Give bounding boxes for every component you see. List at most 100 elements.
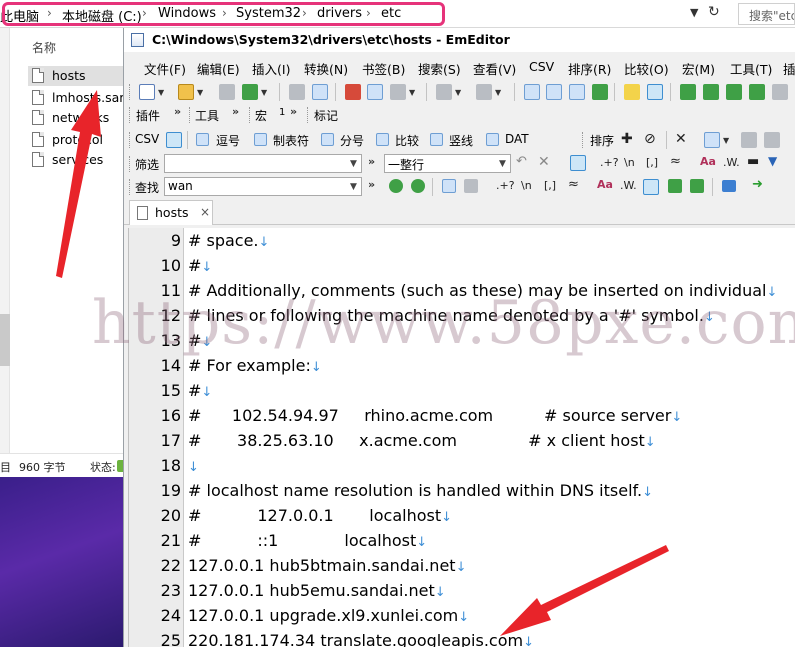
fuzzy-toggle[interactable]: ≈: [568, 177, 579, 192]
scrollbar-thumb[interactable]: [0, 314, 10, 366]
redo-icon[interactable]: [476, 84, 492, 100]
menu-insert[interactable]: 插入(I): [252, 59, 290, 78]
toolbar-gripper[interactable]: [129, 179, 132, 195]
toolbar-overflow-icon[interactable]: »: [290, 105, 297, 118]
find-all-icon[interactable]: [442, 179, 456, 193]
open-folder-icon[interactable]: [178, 84, 194, 100]
find-previous-icon[interactable]: [569, 84, 585, 100]
nav-pane-scrollbar[interactable]: [0, 28, 10, 453]
code-line[interactable]: 16 # 102.54.94.97 rhino.acme.com # source…: [129, 403, 795, 428]
search-input[interactable]: 搜索"etc": [738, 3, 795, 25]
code-line[interactable]: 23 127.0.0.1 hub5emu.sandai.net↓: [129, 578, 795, 603]
menu-file[interactable]: 文件(F): [144, 59, 186, 78]
plugins-toolbar-label[interactable]: 插件: [136, 107, 160, 124]
file-item-services[interactable]: services: [28, 150, 128, 170]
file-item-hosts[interactable]: hosts: [28, 66, 128, 86]
regex-toggle[interactable]: .+?: [600, 156, 619, 169]
csv-table-icon[interactable]: [166, 132, 182, 148]
find-input[interactable]: wan: [164, 177, 362, 196]
toolbar-overflow-icon[interactable]: »: [232, 105, 239, 118]
find-next-icon[interactable]: [546, 84, 562, 100]
text-editor-area[interactable]: 9 # space.↓ 10 #↓ 11 # Additionally, comments…: [128, 228, 795, 647]
chevron-down-icon[interactable]: ▼: [723, 136, 729, 145]
incremental-search-icon[interactable]: [643, 179, 659, 195]
menu-plugins[interactable]: 插: [783, 59, 795, 78]
replace-icon[interactable]: [592, 84, 608, 100]
whole-word-toggle[interactable]: .W.: [620, 179, 637, 192]
toolbar-overflow-icon[interactable]: »: [174, 105, 181, 118]
chevron-down-icon[interactable]: ▼: [409, 88, 415, 97]
menu-macro[interactable]: 宏(M): [682, 59, 715, 78]
find-in-files-icon[interactable]: [464, 179, 478, 193]
paste-icon[interactable]: [390, 84, 406, 100]
chevron-down-icon[interactable]: ▼: [261, 88, 267, 97]
menu-view[interactable]: 查看(V): [473, 59, 516, 78]
wrap-none-icon[interactable]: [680, 84, 696, 100]
macro-toolbar-label[interactable]: 宏: [255, 107, 267, 124]
code-line[interactable]: 19 # localhost name resolution is handled…: [129, 478, 795, 503]
code-line[interactable]: 11 # Additionally, comments (such as thes…: [129, 278, 795, 303]
macro-toolbar-extra[interactable]: 1: [279, 107, 285, 118]
brackets-toggle[interactable]: [,]: [544, 179, 556, 192]
line-text[interactable]: # 38.25.63.10 x.acme.com # x client host…: [188, 431, 656, 450]
print-icon[interactable]: [289, 84, 305, 100]
highlight-matches-icon[interactable]: [668, 179, 682, 193]
code-line[interactable]: 22 127.0.0.1 hub5btmain.sandai.net↓: [129, 553, 795, 578]
line-text[interactable]: # space.↓: [188, 231, 269, 250]
code-line[interactable]: 15 #↓: [129, 378, 795, 403]
regex-toggle[interactable]: .+?: [496, 179, 515, 192]
toolbar-gripper[interactable]: [189, 107, 192, 123]
line-text[interactable]: #↓: [188, 381, 212, 400]
line-text[interactable]: # Additionally, comments (such as these)…: [188, 281, 777, 300]
line-text[interactable]: 220.181.174.34 translate.googleapis.com↓: [188, 631, 534, 647]
file-item-protocol[interactable]: protocol: [28, 130, 128, 150]
filter-clear-icon[interactable]: ✕: [538, 154, 550, 170]
code-line[interactable]: 25 220.181.174.34 translate.googleapis.co…: [129, 628, 795, 647]
menu-sort[interactable]: 排序(R): [568, 59, 611, 78]
refresh-icon[interactable]: ↻: [708, 4, 720, 20]
code-line[interactable]: 14 # For example:↓: [129, 353, 795, 378]
csv-bar-button[interactable]: 竖线: [449, 132, 473, 149]
line-text[interactable]: # localhost name resolution is handled w…: [188, 481, 653, 500]
filter-mode-select[interactable]: 一整行: [384, 154, 511, 173]
bookmark-line-icon[interactable]: ▬: [747, 154, 759, 169]
code-line[interactable]: 12 # lines or following the machine name …: [129, 303, 795, 328]
filter-input[interactable]: [164, 154, 362, 173]
toolbar-overflow-icon[interactable]: »: [368, 155, 375, 168]
line-text[interactable]: #↓: [188, 331, 212, 350]
column-options-icon[interactable]: [741, 132, 757, 148]
highlight-icon[interactable]: [624, 84, 640, 100]
chevron-down-icon[interactable]: ▼: [455, 88, 461, 97]
menu-search[interactable]: 搜索(S): [418, 59, 461, 78]
line-text[interactable]: 127.0.0.1 hub5emu.sandai.net↓: [188, 581, 446, 600]
code-line[interactable]: 20 # 127.0.0.1 localhost↓: [129, 503, 795, 528]
code-line[interactable]: 21 # ::1 localhost↓: [129, 528, 795, 553]
fuzzy-toggle[interactable]: ≈: [670, 154, 681, 169]
csv-mode-label[interactable]: CSV: [135, 132, 159, 146]
save-all-icon[interactable]: [242, 84, 258, 100]
file-item-networks[interactable]: networks: [28, 108, 128, 128]
toolbar-overflow-icon[interactable]: »: [368, 178, 375, 191]
code-line[interactable]: 17 # 38.25.63.10 x.acme.com # x client ho…: [129, 428, 795, 453]
line-text[interactable]: #↓: [188, 256, 212, 275]
toolbar-gripper[interactable]: [582, 132, 585, 148]
chevron-down-icon[interactable]: ▼: [158, 88, 164, 97]
copy-icon[interactable]: [367, 84, 383, 100]
line-text[interactable]: # 127.0.0.1 localhost↓: [188, 506, 452, 525]
title-bar[interactable]: C:\Windows\System32\drivers\etc\hosts - …: [124, 28, 795, 52]
read-only-icon[interactable]: [772, 84, 788, 100]
list-matches-icon[interactable]: [690, 179, 704, 193]
chevron-down-icon[interactable]: ▼: [495, 88, 501, 97]
line-text[interactable]: # 102.54.94.97 rhino.acme.com # source s…: [188, 406, 682, 425]
match-case-toggle[interactable]: Aa: [597, 178, 613, 191]
filter-icon[interactable]: [647, 84, 663, 100]
line-text[interactable]: ↓: [188, 456, 199, 475]
line-text[interactable]: 127.0.0.1 upgrade.xl9.xunlei.com↓: [188, 606, 469, 625]
code-line[interactable]: 13 #↓: [129, 328, 795, 353]
csv-dat-button[interactable]: DAT: [505, 132, 529, 146]
columns-layout-icon[interactable]: [704, 132, 720, 148]
menu-compare[interactable]: 比较(O): [624, 59, 669, 78]
go-arrow-icon[interactable]: ➜: [752, 177, 763, 192]
batch-find-icon[interactable]: [722, 180, 736, 192]
sort-label[interactable]: 排序: [590, 132, 614, 149]
